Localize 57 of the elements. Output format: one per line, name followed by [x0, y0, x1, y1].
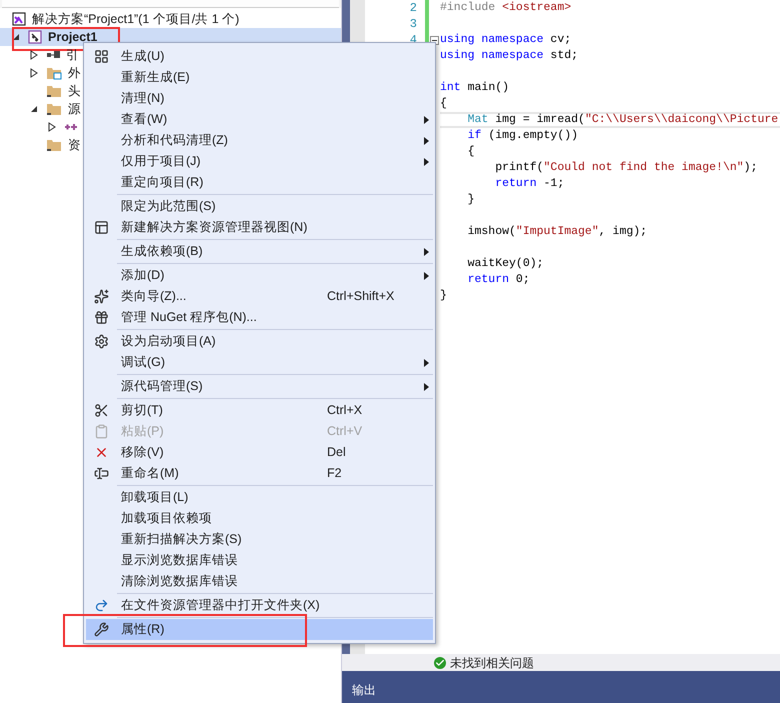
status-text: 未找到相关问题 — [450, 654, 534, 672]
menu-label: 粘贴(P) — [121, 423, 164, 440]
menu-label: 移除(V) — [121, 444, 164, 462]
code-line: return 0; — [466, 274, 530, 286]
menu-label: 查看(W) — [121, 111, 168, 128]
menu-label: 在文件资源管理器中打开文件夹(X) — [121, 597, 320, 614]
code-line: imshow("ImputImage", img); — [466, 226, 648, 238]
code-line: Mat img = imread("C:\\Users\\daicong\\Picture — [466, 114, 778, 126]
menu-label: 新建解决方案资源管理器视图(N) — [121, 219, 308, 236]
tree-label: 解决方案“Project1”(1 个项目/共 1 个) — [32, 12, 240, 26]
code-line: printf("Could not find the image!\n"); — [494, 162, 758, 174]
menu-label: 属性(R) — [121, 621, 164, 638]
shortcut-label: Ctrl+V — [327, 423, 364, 440]
menu-label: 仅用于项目(J) — [121, 153, 201, 170]
menu-label: 卸载项目(L) — [121, 489, 188, 506]
code-line: { — [440, 98, 447, 110]
menu-label: 分析和代码清理(Z) — [121, 132, 228, 150]
tree-label: 源 — [68, 102, 81, 116]
tree-label: Project1 — [48, 30, 98, 44]
shortcut-label: Ctrl+X — [327, 402, 364, 420]
code-line: if (img.empty()) — [466, 130, 578, 142]
menu-label: 显示浏览数据库错误 — [121, 552, 238, 570]
menu-label: 生成(U) — [121, 48, 164, 66]
tree-label: 引 — [66, 48, 79, 62]
line-number: 2 — [410, 2, 417, 14]
shortcut-label: F2 — [327, 465, 343, 482]
menu-label: 剪切(T) — [121, 402, 163, 420]
code-line: using namespace std; — [440, 50, 578, 62]
menu-label: 清除浏览数据库错误 — [121, 573, 238, 590]
menu-label: 加载项目依赖项 — [121, 510, 212, 528]
tree-label: 资 — [68, 138, 81, 152]
menu-label: 类向导(Z)... — [121, 288, 186, 306]
menu-label: 清理(N) — [121, 90, 164, 108]
menu-label: 重新扫描解决方案(S) — [121, 531, 242, 548]
menu-label: 重命名(M) — [121, 465, 179, 482]
menu-label: 源代码管理(S) — [121, 378, 203, 396]
shortcut-label: Ctrl+Shift+X — [327, 288, 396, 306]
menu-label: 管理 NuGet 程序包(N)... — [121, 309, 257, 326]
line-number: 3 — [410, 18, 417, 30]
menu-label: 生成依赖项(B) — [121, 243, 203, 260]
menu-label: 调试(G) — [121, 354, 166, 372]
menu-label: 设为启动项目(A) — [121, 333, 216, 350]
code-line: waitKey(0); — [466, 258, 544, 270]
menu-label: 重定向项目(R) — [121, 174, 204, 192]
code-line: } — [440, 290, 447, 302]
tree-label: 头 — [68, 84, 81, 98]
code-line: return -1; — [494, 178, 564, 190]
tree-label: 外 — [68, 66, 81, 80]
code-line: #include <iostream> — [440, 2, 572, 14]
code-line: using namespace cv; — [440, 34, 572, 46]
code-line: { — [466, 146, 475, 158]
menu-label: 限定为此范围(S) — [121, 198, 216, 216]
shortcut-label: Del — [327, 444, 347, 462]
code-line: } — [466, 194, 475, 206]
code-line: int main() — [440, 82, 510, 94]
menu-label: 添加(D) — [121, 267, 164, 284]
menu-label: 重新生成(E) — [121, 69, 190, 86]
